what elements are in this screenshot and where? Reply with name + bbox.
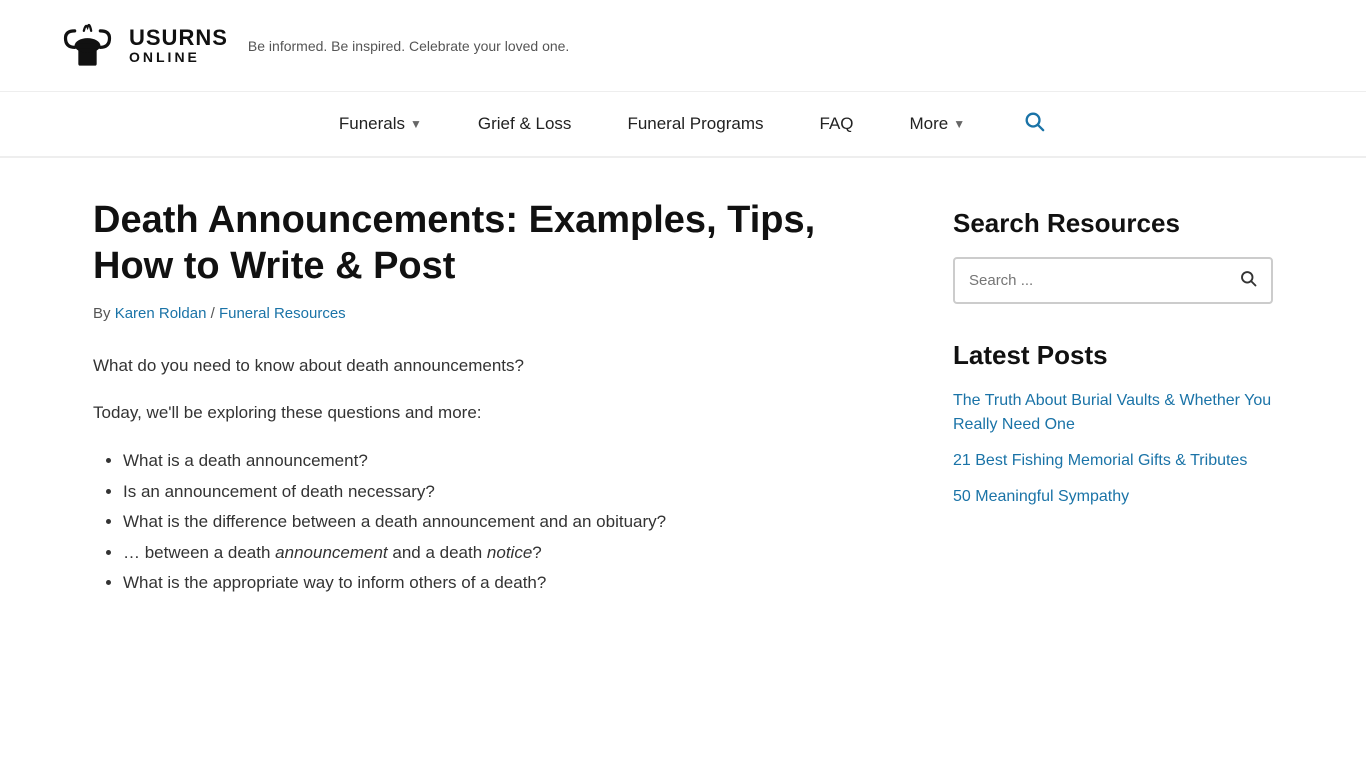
list-item: What is a death announcement? xyxy=(123,446,893,477)
latest-posts-section: Latest Posts The Truth About Burial Vaul… xyxy=(953,340,1273,509)
search-submit-icon xyxy=(1239,269,1257,287)
article-body: What do you need to know about death ann… xyxy=(93,352,893,599)
funerals-chevron-icon: ▼ xyxy=(410,117,422,131)
sidebar: Search Resources Latest Posts The Truth … xyxy=(953,198,1273,617)
article-bullet-list: What is a death announcement? Is an anno… xyxy=(123,446,893,599)
article-meta: By Karen Roldan / Funeral Resources xyxy=(93,305,893,322)
category-link[interactable]: Funeral Resources xyxy=(219,305,346,322)
meta-separator: / xyxy=(206,305,219,322)
nav-funeral-programs[interactable]: Funeral Programs xyxy=(599,92,791,156)
bullet4-pre: … between a death xyxy=(123,543,275,562)
site-logo-text: USURNS ONLINE xyxy=(129,26,228,66)
article-title: Death Announcements: Examples, Tips, How… xyxy=(93,198,893,289)
list-item: Is an announcement of death necessary? xyxy=(123,477,893,508)
latest-posts-list: The Truth About Burial Vaults & Whether … xyxy=(953,389,1273,509)
list-item: 50 Meaningful Sympathy xyxy=(953,485,1273,509)
bullet4-italic1: announcement xyxy=(275,543,387,562)
list-item: The Truth About Burial Vaults & Whether … xyxy=(953,389,1273,437)
list-item: … between a death announcement and a dea… xyxy=(123,538,893,569)
meta-by: By xyxy=(93,305,115,322)
latest-post-link-1[interactable]: The Truth About Burial Vaults & Whether … xyxy=(953,389,1273,437)
latest-post-link-2[interactable]: 21 Best Fishing Memorial Gifts & Tribute… xyxy=(953,449,1273,473)
article-intro2: Today, we'll be exploring these question… xyxy=(93,399,893,428)
page-wrapper: Death Announcements: Examples, Tips, How… xyxy=(33,158,1333,657)
latest-posts-title: Latest Posts xyxy=(953,340,1273,371)
nav-funerals[interactable]: Funerals ▼ xyxy=(311,92,450,156)
bullet4-mid: and a death xyxy=(388,543,487,562)
logo-area: USURNS ONLINE xyxy=(60,18,228,73)
latest-post-link-3[interactable]: 50 Meaningful Sympathy xyxy=(953,485,1273,509)
more-chevron-icon: ▼ xyxy=(953,117,965,131)
article-intro1: What do you need to know about death ann… xyxy=(93,352,893,381)
site-logo-icon xyxy=(60,18,115,73)
search-resources-section: Search Resources xyxy=(953,208,1273,304)
nav-more[interactable]: More ▼ xyxy=(882,92,994,156)
nav-search-button[interactable] xyxy=(1013,100,1055,148)
site-header: USURNS ONLINE Be informed. Be inspired. … xyxy=(0,0,1366,91)
search-submit-button[interactable] xyxy=(1239,269,1257,292)
bullet4-post: ? xyxy=(532,543,541,562)
main-content: Death Announcements: Examples, Tips, How… xyxy=(93,198,893,617)
bullet4-italic2: notice xyxy=(487,543,532,562)
list-item: What is the appropriate way to inform ot… xyxy=(123,568,893,599)
main-navigation: Funerals ▼ Grief & Loss Funeral Programs… xyxy=(0,91,1366,158)
author-link[interactable]: Karen Roldan xyxy=(115,305,207,322)
nav-faq[interactable]: FAQ xyxy=(792,92,882,156)
list-item: 21 Best Fishing Memorial Gifts & Tribute… xyxy=(953,449,1273,473)
list-item: What is the difference between a death a… xyxy=(123,507,893,538)
search-resources-title: Search Resources xyxy=(953,208,1273,239)
site-tagline: Be informed. Be inspired. Celebrate your… xyxy=(248,38,569,54)
search-box xyxy=(953,257,1273,304)
nav-grief-loss[interactable]: Grief & Loss xyxy=(450,92,600,156)
search-input[interactable] xyxy=(969,272,1239,289)
search-icon xyxy=(1023,110,1045,132)
